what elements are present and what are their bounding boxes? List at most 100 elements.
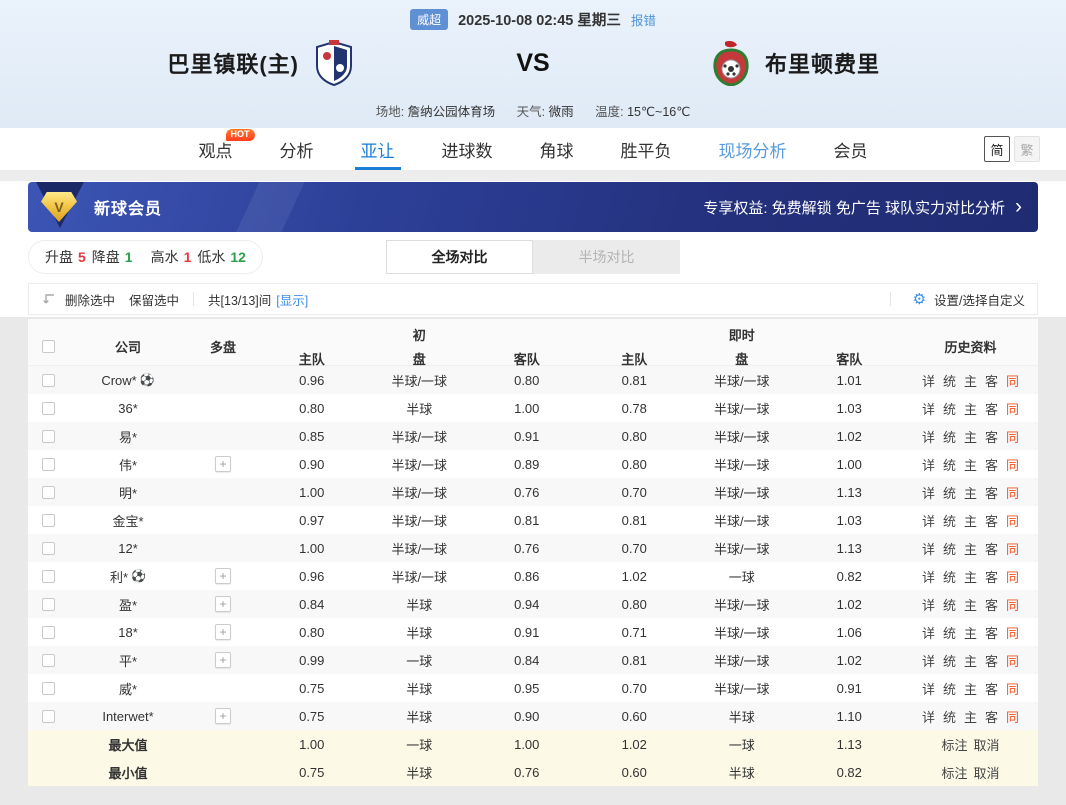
league-badge[interactable]: 威超 xyxy=(410,9,448,30)
home-link[interactable]: 主 xyxy=(964,539,977,558)
cancel-link[interactable]: 取消 xyxy=(974,763,1000,782)
same-odds-link[interactable]: 同 xyxy=(1006,399,1019,418)
home-link[interactable]: 主 xyxy=(964,679,977,698)
row-checkbox[interactable] xyxy=(42,374,55,387)
detail-link[interactable]: 详 xyxy=(922,511,935,530)
away-link[interactable]: 客 xyxy=(985,427,998,446)
detail-link[interactable]: 详 xyxy=(922,483,935,502)
away-link[interactable]: 客 xyxy=(985,539,998,558)
show-link[interactable]: [显示] xyxy=(276,290,308,309)
expand-multi-odds-button[interactable]: + xyxy=(215,624,231,640)
stats-link[interactable]: 统 xyxy=(943,679,956,698)
home-link[interactable]: 主 xyxy=(964,371,977,390)
row-checkbox[interactable] xyxy=(42,570,55,583)
same-odds-link[interactable]: 同 xyxy=(1006,511,1019,530)
tab-corners[interactable]: 角球 xyxy=(540,128,574,170)
expand-multi-odds-button[interactable]: + xyxy=(215,596,231,612)
away-link[interactable]: 客 xyxy=(985,511,998,530)
cancel-link[interactable]: 取消 xyxy=(974,735,1000,754)
same-odds-link[interactable]: 同 xyxy=(1006,595,1019,614)
away-link[interactable]: 客 xyxy=(985,595,998,614)
detail-link[interactable]: 详 xyxy=(922,427,935,446)
same-odds-link[interactable]: 同 xyxy=(1006,539,1019,558)
away-link[interactable]: 客 xyxy=(985,623,998,642)
home-link[interactable]: 主 xyxy=(964,483,977,502)
traditional-button[interactable]: 繁 xyxy=(1014,136,1040,162)
vip-member-banner[interactable]: V 新球会员 专享权益: 免费解锁 免广告 球队实力对比分析 › xyxy=(28,182,1038,232)
row-checkbox[interactable] xyxy=(42,654,55,667)
row-checkbox[interactable] xyxy=(42,626,55,639)
away-link[interactable]: 客 xyxy=(985,399,998,418)
away-link[interactable]: 客 xyxy=(985,651,998,670)
gear-icon[interactable]: ⚙ xyxy=(913,292,926,307)
home-link[interactable]: 主 xyxy=(964,399,977,418)
home-link[interactable]: 主 xyxy=(964,623,977,642)
row-checkbox[interactable] xyxy=(42,486,55,499)
tab-1x2[interactable]: 胜平负 xyxy=(621,128,672,170)
report-error-link[interactable]: 报错 xyxy=(631,10,656,29)
same-odds-link[interactable]: 同 xyxy=(1006,651,1019,670)
expand-multi-odds-button[interactable]: + xyxy=(215,456,231,472)
same-odds-link[interactable]: 同 xyxy=(1006,371,1019,390)
detail-link[interactable]: 详 xyxy=(922,651,935,670)
home-link[interactable]: 主 xyxy=(964,567,977,586)
stats-link[interactable]: 统 xyxy=(943,623,956,642)
home-link[interactable]: 主 xyxy=(964,595,977,614)
stats-link[interactable]: 统 xyxy=(943,707,956,726)
home-link[interactable]: 主 xyxy=(964,427,977,446)
tab-analysis[interactable]: 分析 xyxy=(280,128,314,170)
home-link[interactable]: 主 xyxy=(964,707,977,726)
stats-link[interactable]: 统 xyxy=(943,455,956,474)
tab-asian-handicap[interactable]: 亚让 xyxy=(361,128,395,170)
row-checkbox[interactable] xyxy=(42,598,55,611)
row-checkbox[interactable] xyxy=(42,402,55,415)
stats-link[interactable]: 统 xyxy=(943,595,956,614)
same-odds-link[interactable]: 同 xyxy=(1006,483,1019,502)
row-checkbox[interactable] xyxy=(42,514,55,527)
tab-goals[interactable]: 进球数 xyxy=(442,128,493,170)
stats-link[interactable]: 统 xyxy=(943,511,956,530)
mark-link[interactable]: 标注 xyxy=(941,763,967,782)
same-odds-link[interactable]: 同 xyxy=(1006,623,1019,642)
same-odds-link[interactable]: 同 xyxy=(1006,427,1019,446)
away-link[interactable]: 客 xyxy=(985,455,998,474)
full-match-toggle[interactable]: 全场对比 xyxy=(386,240,533,274)
mark-link[interactable]: 标注 xyxy=(941,735,967,754)
away-link[interactable]: 客 xyxy=(985,371,998,390)
row-checkbox[interactable] xyxy=(42,682,55,695)
stats-link[interactable]: 统 xyxy=(943,371,956,390)
row-checkbox[interactable] xyxy=(42,458,55,471)
row-checkbox[interactable] xyxy=(42,430,55,443)
tab-live-analysis[interactable]: 现场分析 xyxy=(719,128,787,170)
settings-customize-button[interactable]: 设置/选择自定义 xyxy=(934,290,1025,309)
home-link[interactable]: 主 xyxy=(964,511,977,530)
row-checkbox[interactable] xyxy=(42,542,55,555)
stats-link[interactable]: 统 xyxy=(943,427,956,446)
away-link[interactable]: 客 xyxy=(985,567,998,586)
delete-selected-button[interactable]: 删除选中 xyxy=(65,290,115,309)
stats-link[interactable]: 统 xyxy=(943,539,956,558)
expand-multi-odds-button[interactable]: + xyxy=(215,652,231,668)
tab-viewpoint[interactable]: 观点 HOT xyxy=(199,128,233,170)
keep-selected-button[interactable]: 保留选中 xyxy=(129,290,179,309)
detail-link[interactable]: 详 xyxy=(922,371,935,390)
away-link[interactable]: 客 xyxy=(985,707,998,726)
detail-link[interactable]: 详 xyxy=(922,539,935,558)
detail-link[interactable]: 详 xyxy=(922,399,935,418)
expand-multi-odds-button[interactable]: + xyxy=(215,708,231,724)
away-link[interactable]: 客 xyxy=(985,679,998,698)
stats-link[interactable]: 统 xyxy=(943,399,956,418)
same-odds-link[interactable]: 同 xyxy=(1006,707,1019,726)
vip-benefits-link[interactable]: 专享权益: 免费解锁 免广告 球队实力对比分析 › xyxy=(703,197,1038,218)
same-odds-link[interactable]: 同 xyxy=(1006,567,1019,586)
detail-link[interactable]: 详 xyxy=(922,595,935,614)
same-odds-link[interactable]: 同 xyxy=(1006,455,1019,474)
row-checkbox[interactable] xyxy=(42,710,55,723)
stats-link[interactable]: 统 xyxy=(943,483,956,502)
select-all-checkbox[interactable] xyxy=(42,340,55,353)
detail-link[interactable]: 详 xyxy=(922,567,935,586)
detail-link[interactable]: 详 xyxy=(922,623,935,642)
tab-member[interactable]: 会员 xyxy=(834,128,868,170)
detail-link[interactable]: 详 xyxy=(922,707,935,726)
stats-link[interactable]: 统 xyxy=(943,651,956,670)
